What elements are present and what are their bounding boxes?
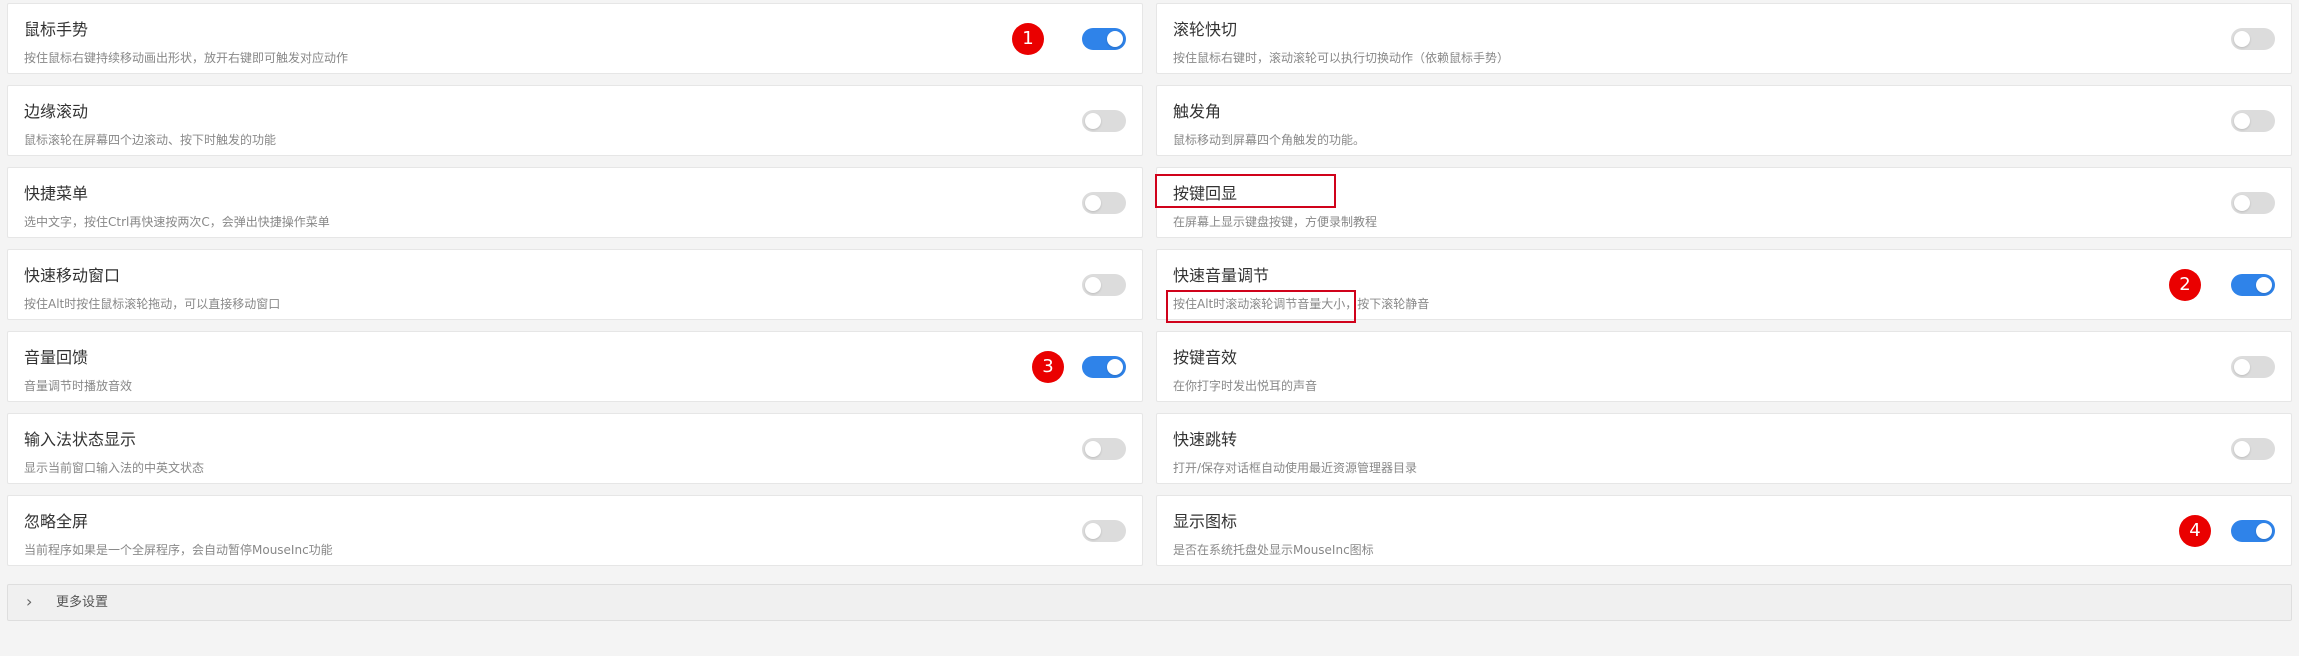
- setting-volume-feedback: 音量回馈 音量调节时播放音效 3: [7, 331, 1143, 402]
- setting-quick-move-window: 快速移动窗口 按住Alt时按住鼠标滚轮拖动，可以直接移动窗口: [7, 249, 1143, 320]
- setting-title: 显示图标: [1173, 512, 1238, 531]
- toggle-knob: [1107, 359, 1123, 375]
- setting-mouse-gesture: 鼠标手势 按住鼠标右键持续移动画出形状，放开右键即可触发对应动作 1: [7, 3, 1143, 74]
- setting-title: 滚轮快切: [1173, 20, 1238, 39]
- toggle-knob: [2234, 195, 2250, 211]
- setting-hot-corner: 触发角 鼠标移动到屏幕四个角触发的功能。: [1156, 85, 2292, 156]
- setting-ignore-fullscreen: 忽略全屏 当前程序如果是一个全屏程序，会自动暂停MouseInc功能: [7, 495, 1143, 566]
- quick-jump-toggle[interactable]: [2231, 438, 2275, 460]
- annotation-marker-1: 1: [1012, 23, 1044, 55]
- hot-corner-toggle[interactable]: [2231, 110, 2275, 132]
- quick-menu-toggle[interactable]: [1082, 192, 1126, 214]
- toggle-knob: [1085, 523, 1101, 539]
- setting-description: 打开/保存对话框自动使用最近资源管理器目录: [1173, 461, 1418, 475]
- annotation-marker-4: 4: [2179, 515, 2211, 547]
- setting-description: 在你打字时发出悦耳的声音: [1173, 379, 1318, 393]
- setting-description: 按住鼠标右键持续移动画出形状，放开右键即可触发对应动作: [24, 51, 349, 65]
- toggle-knob: [2256, 523, 2272, 539]
- setting-title: 快速移动窗口: [24, 266, 121, 285]
- setting-title: 边缘滚动: [24, 102, 89, 121]
- settings-grid: 鼠标手势 按住鼠标右键持续移动画出形状，放开右键即可触发对应动作 1 滚轮快切 …: [7, 3, 2292, 566]
- quick-volume-toggle[interactable]: [2231, 274, 2275, 296]
- wheel-switch-toggle[interactable]: [2231, 28, 2275, 50]
- setting-quick-volume: 快速音量调节 按住Alt时滚动滚轮调节音量大小，按下滚轮静音 2: [1156, 249, 2292, 323]
- setting-wheel-switch: 滚轮快切 按住鼠标右键时，滚动滚轮可以执行切换动作（依赖鼠标手势）: [1156, 3, 2292, 74]
- setting-title: 鼠标手势: [24, 20, 89, 39]
- ignore-fullscreen-toggle[interactable]: [1082, 520, 1126, 542]
- show-tray-icon-toggle[interactable]: [2231, 520, 2275, 542]
- setting-title: 按键音效: [1173, 348, 1238, 367]
- setting-title: 快速跳转: [1173, 430, 1238, 449]
- quick-move-window-toggle[interactable]: [1082, 274, 1126, 296]
- toggle-knob: [2234, 113, 2250, 129]
- setting-title: 忽略全屏: [24, 512, 89, 531]
- setting-description: 鼠标滚轮在屏幕四个边滚动、按下时触发的功能: [24, 133, 277, 147]
- toggle-knob: [1107, 31, 1123, 47]
- annotation-marker-3: 3: [1032, 351, 1064, 383]
- setting-title: 输入法状态显示: [24, 430, 137, 449]
- mouse-gesture-toggle[interactable]: [1082, 28, 1126, 50]
- annotation-marker-2: 2: [2169, 269, 2201, 301]
- setting-description: 鼠标移动到屏幕四个角触发的功能。: [1173, 133, 1366, 147]
- key-sound-toggle[interactable]: [2231, 356, 2275, 378]
- chevron-right-icon: ›: [26, 592, 33, 611]
- toggle-knob: [1085, 195, 1101, 211]
- setting-quick-jump: 快速跳转 打开/保存对话框自动使用最近资源管理器目录: [1156, 413, 2292, 484]
- setting-key-echo: 按键回显 在屏幕上显示键盘按键，方便录制教程: [1155, 167, 2292, 238]
- setting-description: 显示当前窗口输入法的中英文状态: [24, 461, 205, 475]
- setting-ime-status: 输入法状态显示 显示当前窗口输入法的中英文状态: [7, 413, 1143, 484]
- setting-title: 快捷菜单: [24, 184, 89, 203]
- toggle-knob: [2234, 31, 2250, 47]
- setting-title: 按键回显: [1173, 184, 1238, 203]
- setting-description: 在屏幕上显示键盘按键，方便录制教程: [1173, 215, 1378, 229]
- setting-description: 当前程序如果是一个全屏程序，会自动暂停MouseInc功能: [24, 543, 333, 557]
- setting-description: 按住Alt时按住鼠标滚轮拖动，可以直接移动窗口: [24, 297, 281, 311]
- setting-title: 触发角: [1173, 102, 1222, 121]
- setting-title: 快速音量调节: [1173, 266, 1270, 285]
- setting-edge-scroll: 边缘滚动 鼠标滚轮在屏幕四个边滚动、按下时触发的功能: [7, 85, 1143, 156]
- setting-description: 按住Alt时滚动滚轮调节音量大小，按下滚轮静音: [1173, 297, 1430, 311]
- more-settings-collapse[interactable]: › 更多设置: [7, 584, 2292, 621]
- edge-scroll-toggle[interactable]: [1082, 110, 1126, 132]
- ime-status-toggle[interactable]: [1082, 438, 1126, 460]
- more-settings-label: 更多设置: [56, 595, 109, 610]
- toggle-knob: [1085, 441, 1101, 457]
- toggle-knob: [2256, 277, 2272, 293]
- setting-show-tray-icon: 显示图标 是否在系统托盘处显示MouseInc图标 4: [1156, 495, 2292, 566]
- toggle-knob: [2234, 441, 2250, 457]
- setting-title: 音量回馈: [24, 348, 89, 367]
- setting-key-sound: 按键音效 在你打字时发出悦耳的声音: [1156, 331, 2292, 402]
- setting-description: 选中文字，按住Ctrl再快速按两次C，会弹出快捷操作菜单: [24, 215, 330, 229]
- toggle-knob: [1085, 113, 1101, 129]
- toggle-knob: [1085, 277, 1101, 293]
- volume-feedback-toggle[interactable]: [1082, 356, 1126, 378]
- setting-description: 是否在系统托盘处显示MouseInc图标: [1173, 543, 1374, 557]
- key-echo-toggle[interactable]: [2231, 192, 2275, 214]
- setting-quick-menu: 快捷菜单 选中文字，按住Ctrl再快速按两次C，会弹出快捷操作菜单: [7, 167, 1143, 238]
- toggle-knob: [2234, 359, 2250, 375]
- setting-description: 音量调节时播放音效: [24, 379, 133, 393]
- setting-description: 按住鼠标右键时，滚动滚轮可以执行切换动作（依赖鼠标手势）: [1173, 51, 1510, 65]
